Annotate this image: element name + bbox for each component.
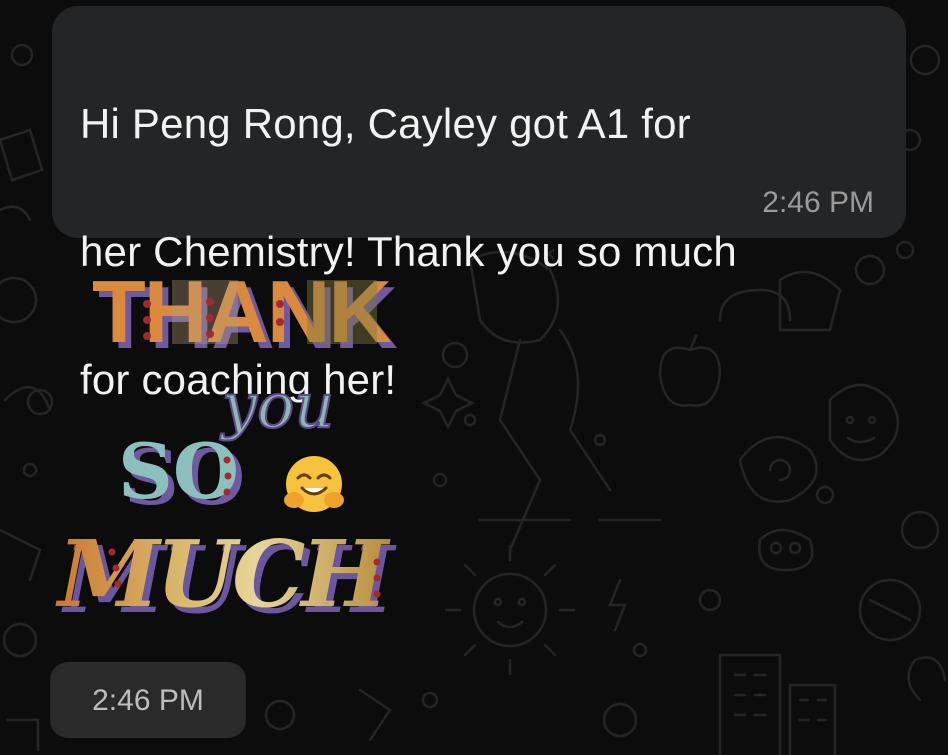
sticker-timestamp-pill: 2:46 PM [50,662,246,738]
sticker-text-much: MUCH [55,520,391,628]
sticker-timestamp: 2:46 PM [92,684,204,717]
message-timestamp: 2:46 PM [762,186,874,219]
hugging-face-emoji [284,456,344,512]
message-bubble[interactable]: Hi Peng Rong, Cayley got A1 for her Chem… [52,6,906,403]
thank-you-sticker[interactable]: THANK THANK you SO SO MUCH MUCH [52,262,452,642]
chat-view: Hi Peng Rong, Cayley got A1 for her Chem… [0,0,948,755]
sticker-text-so: SO [118,427,239,516]
message-line: Hi Peng Rong, Cayley got A1 for [80,100,691,147]
